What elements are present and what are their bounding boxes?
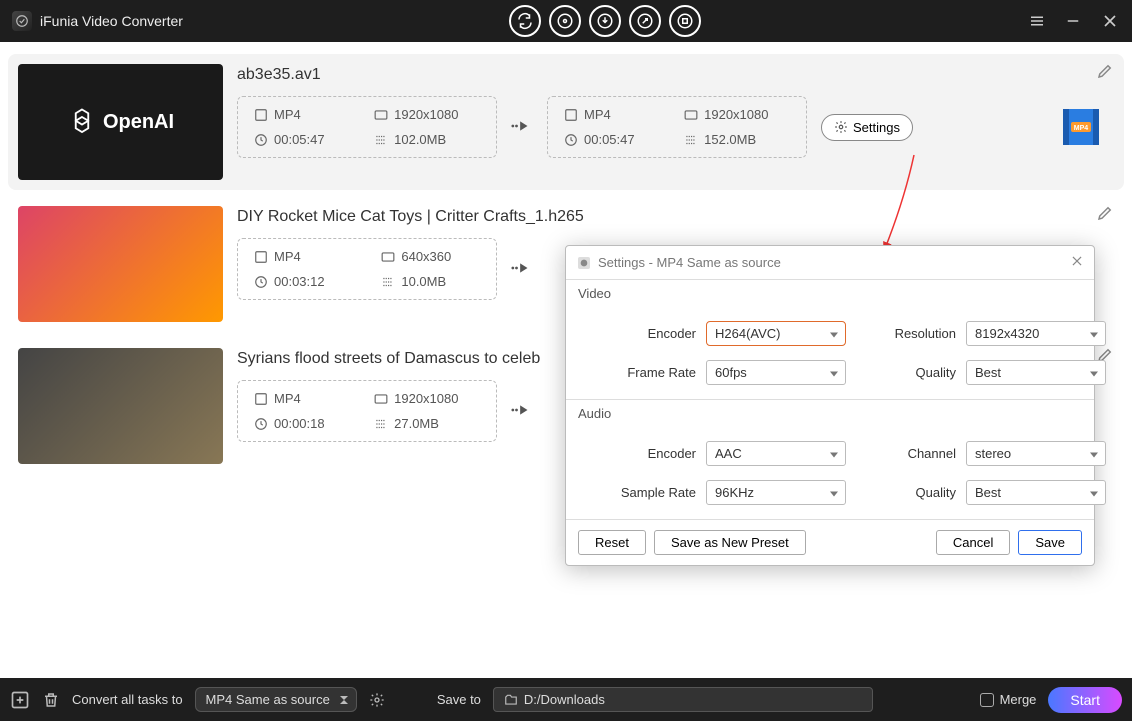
input-size: 27.0MB [394,416,439,431]
gear-icon [834,120,848,134]
input-resolution: 1920x1080 [394,391,458,406]
start-button[interactable]: Start [1048,687,1122,713]
input-info: MP4 640x360 00:03:12 10.0MB [237,238,497,300]
audio-channel-label: Channel [856,446,956,461]
video-quality-label: Quality [856,365,956,380]
thumbnail [18,348,223,464]
input-info: MP4 1920x1080 00:05:47 102.0MB [237,96,497,158]
output-info: MP4 1920x1080 00:05:47 152.0MB [547,96,807,158]
input-size: 10.0MB [401,274,446,289]
audio-samplerate-select[interactable]: 96KHz [706,480,846,505]
file-card[interactable]: OpenAI ab3e35.av1 MP4 1920x1080 00:05:47… [8,54,1124,190]
cancel-button[interactable]: Cancel [936,530,1010,555]
video-framerate-label: Frame Rate [586,365,696,380]
settings-button[interactable]: Settings [821,114,913,141]
app-logo [12,11,32,31]
audio-encoder-label: Encoder [586,446,696,461]
audio-channel-select[interactable]: stereo [966,441,1106,466]
video-section-label: Video [566,280,1094,307]
settings-label: Settings [853,120,900,135]
merge-checkbox[interactable]: Merge [980,692,1037,707]
file-name: DIY Rocket Mice Cat Toys | Critter Craft… [237,208,1114,226]
gear-icon[interactable] [369,692,385,708]
file-name: ab3e35.av1 [237,66,1114,84]
app-title: iFunia Video Converter [40,13,183,29]
audio-samplerate-label: Sample Rate [586,485,696,500]
convert-format-select[interactable]: MP4 Same as source [195,687,357,712]
output-format: MP4 [584,107,611,122]
input-duration: 00:00:18 [274,416,325,431]
titlebar: iFunia Video Converter [0,0,1132,42]
delete-button[interactable] [42,691,60,709]
input-format: MP4 [274,391,301,406]
dialog-close-icon[interactable] [1070,254,1084,271]
svg-text:MP4: MP4 [1074,125,1089,132]
audio-encoder-select[interactable]: AAC [706,441,846,466]
video-encoder-label: Encoder [586,326,696,341]
thumb-label: OpenAI [103,111,174,134]
tab-edit-icon[interactable] [629,5,661,37]
arrow-icon [511,403,533,420]
input-size: 102.0MB [394,132,446,147]
reset-button[interactable]: Reset [578,530,646,555]
add-button[interactable] [10,690,30,710]
minimize-icon[interactable] [1064,12,1082,30]
output-duration: 00:05:47 [584,132,635,147]
edit-icon[interactable] [1096,62,1114,83]
settings-dialog: Settings - MP4 Same as source Video Enco… [565,245,1095,566]
audio-section-label: Audio [566,400,1094,427]
audio-quality-label: Quality [856,485,956,500]
input-duration: 00:05:47 [274,132,325,147]
dialog-title: Settings - MP4 Same as source [598,255,781,270]
arrow-icon [511,261,533,278]
tab-disc-icon[interactable] [549,5,581,37]
thumbnail: OpenAI [18,64,223,180]
audio-quality-select[interactable]: Best [966,480,1106,505]
menu-icon[interactable] [1028,12,1046,30]
convert-label: Convert all tasks to [72,692,183,707]
video-encoder-select[interactable]: H264(AVC) [706,321,846,346]
edit-icon[interactable] [1096,204,1114,225]
tab-tools-icon[interactable] [669,5,701,37]
input-format: MP4 [274,249,301,264]
input-duration: 00:03:12 [274,274,325,289]
tab-convert-icon[interactable] [509,5,541,37]
video-framerate-select[interactable]: 60fps [706,360,846,385]
output-size: 152.0MB [704,132,756,147]
top-tabs [183,5,1028,37]
output-resolution: 1920x1080 [704,107,768,122]
input-info: MP4 1920x1080 00:00:18 27.0MB [237,380,497,442]
dialog-icon [576,255,592,271]
save-path-input[interactable]: D:/Downloads [493,687,873,712]
close-icon[interactable] [1100,11,1120,31]
arrow-icon [511,119,533,136]
footer: Convert all tasks to MP4 Same as source … [0,678,1132,721]
input-format: MP4 [274,107,301,122]
format-icon[interactable]: MP4 [1060,106,1102,148]
input-resolution: 1920x1080 [394,107,458,122]
tab-download-icon[interactable] [589,5,621,37]
thumbnail [18,206,223,322]
video-quality-select[interactable]: Best [966,360,1106,385]
folder-icon [504,693,518,707]
save-to-label: Save to [437,692,481,707]
video-resolution-select[interactable]: 8192x4320 [966,321,1106,346]
save-button[interactable]: Save [1018,530,1082,555]
save-preset-button[interactable]: Save as New Preset [654,530,806,555]
input-resolution: 640x360 [401,249,451,264]
video-resolution-label: Resolution [856,326,956,341]
